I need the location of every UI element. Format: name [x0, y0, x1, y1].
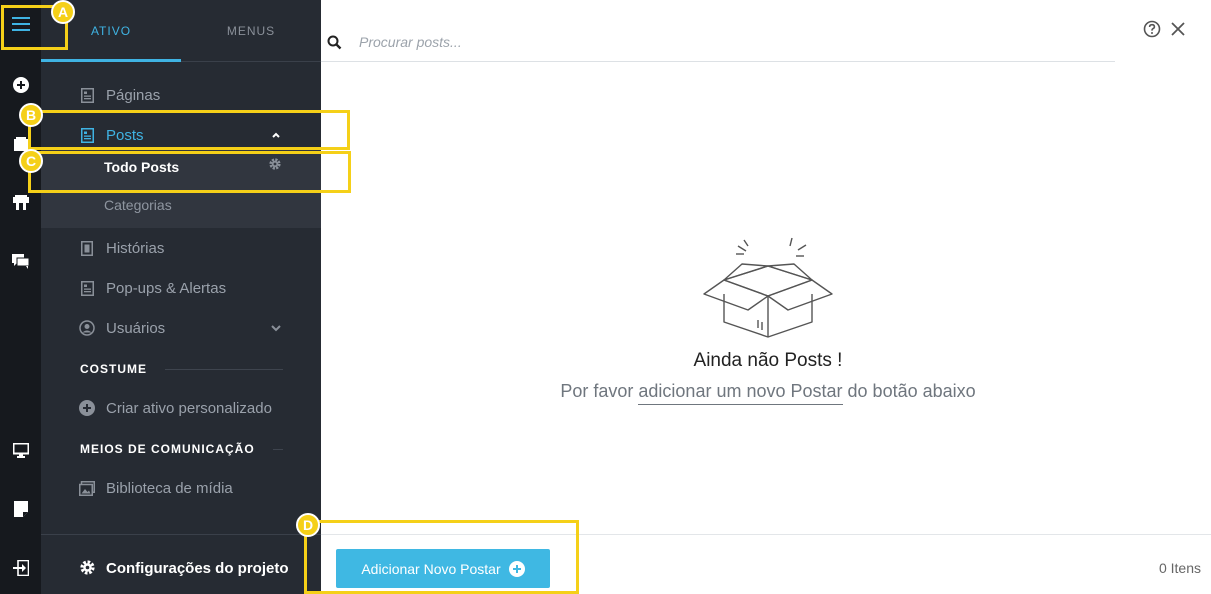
callout-badge-c: C	[19, 149, 43, 173]
submenu-item-label: Categorias	[104, 197, 172, 213]
sidebar-item-popups[interactable]: Pop-ups & Alertas	[41, 268, 321, 308]
tab-menus[interactable]: MENUS	[181, 0, 321, 62]
callout-badge-a: A	[51, 0, 75, 24]
chat-icon	[12, 253, 29, 269]
section-header-costume: COSTUME	[80, 362, 147, 376]
callout-badge-b: B	[19, 103, 43, 127]
help-icon[interactable]	[1143, 20, 1161, 43]
section-header-meios: MEIOS DE COMUNICAÇÃO	[80, 442, 255, 456]
panel-tabs: ATIVO MENUS	[41, 0, 321, 62]
project-settings-button[interactable]: Configurações do projeto	[41, 534, 321, 594]
search-bar	[321, 22, 1115, 62]
note-icon	[13, 501, 28, 517]
callout-box-d	[304, 520, 579, 594]
section-divider	[273, 449, 283, 450]
comments-rail-button[interactable]	[0, 241, 41, 281]
close-icon[interactable]	[1169, 20, 1187, 43]
chevron-down-icon[interactable]	[269, 321, 283, 335]
sidebar-item-label: Histórias	[106, 239, 165, 257]
search-input[interactable]	[359, 30, 1059, 54]
settings-label: Configurações do projeto	[106, 560, 289, 577]
sidebar-item-biblioteca[interactable]: Biblioteca de mídia	[41, 468, 321, 508]
sidebar-item-label: Pop-ups & Alertas	[106, 279, 227, 297]
sidebar-item-criar-ativo[interactable]: Criar ativo personalizado	[41, 388, 321, 428]
notes-rail-button[interactable]	[0, 489, 41, 529]
search-icon	[327, 35, 342, 55]
empty-message-suffix: do botão abaixo	[847, 381, 976, 401]
gear-icon	[79, 559, 96, 581]
page-icon	[79, 87, 95, 103]
monitor-icon	[12, 442, 29, 458]
sidebar-item-label: Biblioteca de mídia	[106, 479, 233, 497]
section-divider	[165, 369, 283, 370]
plus-circle-icon	[12, 77, 29, 93]
popup-icon	[79, 280, 95, 296]
layout-icon	[12, 195, 29, 210]
sidebar-item-label: Usuários	[106, 319, 166, 337]
user-icon	[79, 320, 95, 336]
assets-panel: ATIVO MENUS Páginas Posts Todo Posts Cat…	[41, 0, 321, 594]
add-rail-button[interactable]	[0, 65, 41, 105]
preview-rail-button[interactable]	[0, 430, 41, 470]
empty-state: Ainda não Posts ! Por favor adicionar um…	[321, 230, 1211, 430]
logout-icon	[12, 560, 29, 576]
callout-box-c	[28, 151, 351, 193]
sidebar-item-usuarios[interactable]: Usuários	[41, 308, 321, 348]
callout-box-b	[28, 110, 350, 150]
sidebar-item-label: Criar ativo personalizado	[106, 399, 272, 417]
item-count: 0 Itens	[1158, 560, 1201, 576]
sidebar-item-paginas[interactable]: Páginas	[41, 75, 321, 115]
callout-badge-d: D	[296, 513, 320, 537]
story-icon	[79, 240, 95, 256]
empty-title: Ainda não Posts !	[693, 350, 843, 371]
add-post-link[interactable]: adicionar um novo Postar	[638, 381, 843, 405]
exit-rail-button[interactable]	[0, 548, 41, 588]
plus-circle-icon	[79, 400, 95, 416]
empty-message-prefix: Por favor	[560, 381, 634, 401]
empty-box-icon	[702, 236, 834, 343]
empty-message: Por favor adicionar um novo Postar do bo…	[321, 381, 1211, 405]
image-library-icon	[79, 480, 95, 496]
top-right-controls	[1143, 20, 1187, 43]
sidebar-item-historias[interactable]: Histórias	[41, 228, 321, 268]
icon-rail	[0, 0, 41, 594]
active-tab-indicator	[41, 59, 181, 62]
sidebar-item-label: Páginas	[106, 86, 161, 104]
